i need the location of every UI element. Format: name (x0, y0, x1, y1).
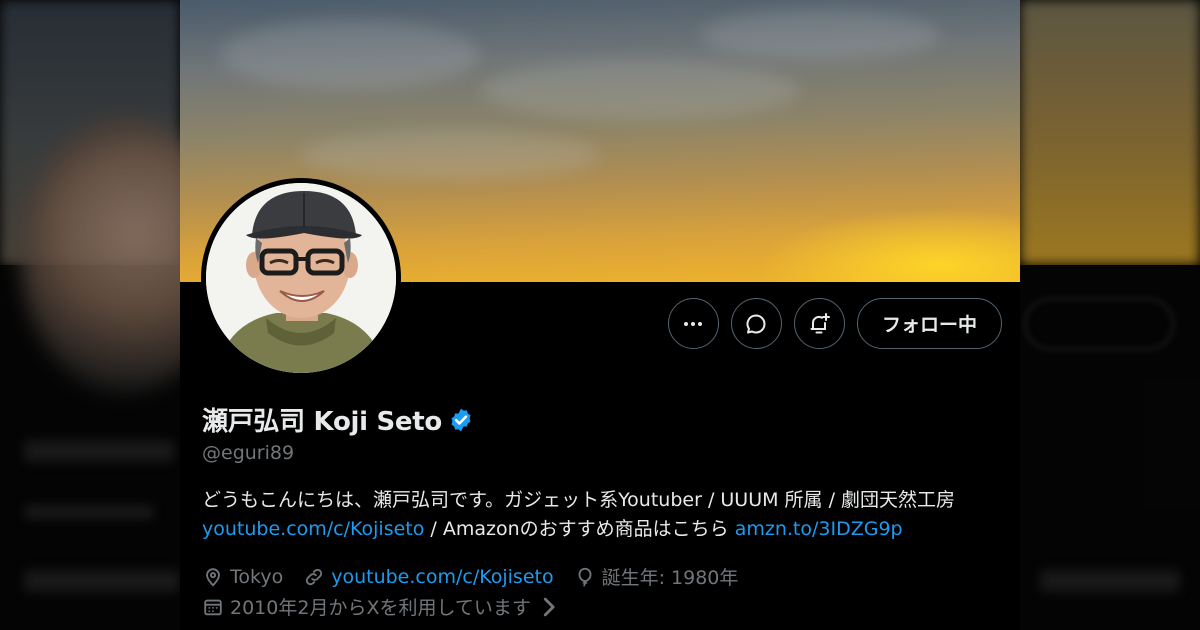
handle: @eguri89 (202, 442, 295, 464)
calendar-icon (204, 599, 222, 615)
following-button[interactable]: フォロー中 (856, 298, 1002, 349)
blurred-backdrop-right (1020, 0, 1200, 630)
joined-text: 2010年2月からXを利用しています (230, 597, 531, 619)
more-button[interactable] (667, 298, 719, 349)
profile-name-row: 瀬戸弘司 Koji Seto (202, 401, 474, 438)
profile-meta-row: Tokyo youtube.com/c/Kojiseto 誕生年: 1980年 (202, 563, 758, 590)
location-text: Tokyo (230, 565, 284, 588)
profile-bio: どうもこんにちは、瀬戸弘司です。ガジェット系Youtuber / UUUM 所属… (202, 486, 1002, 544)
chevron-right-icon (543, 597, 555, 616)
bell-plus-icon (810, 312, 831, 333)
joined-date[interactable]: 2010年2月からXを利用しています (202, 593, 567, 620)
profile-joined-row: 2010年2月からXを利用しています (202, 593, 587, 620)
more-horizontal-icon (684, 321, 703, 326)
profile-card: フォロー中 瀬戸弘司 Koji Seto @eguri89 どうもこんにちは、瀬… (180, 0, 1020, 630)
bio-youtube-link[interactable]: youtube.com/c/Kojiseto (202, 518, 424, 540)
location-pin-icon (206, 567, 220, 587)
verified-badge-icon[interactable] (448, 407, 474, 433)
location: Tokyo (202, 566, 283, 588)
balloon-icon (578, 567, 592, 587)
birth-year: 誕生年: 1980年 (574, 563, 739, 590)
bio-text: どうもこんにちは、瀬戸弘司です。ガジェット系Youtuber / UUUM 所属… (202, 489, 956, 511)
bio-text: / Amazonのおすすめ商品はこちら (424, 518, 735, 540)
message-button[interactable] (730, 298, 782, 349)
bio-amazon-link[interactable]: amzn.to/3IDZG9p (735, 518, 903, 540)
display-name: 瀬戸弘司 Koji Seto (202, 407, 442, 437)
profile-actions: フォロー中 (667, 298, 1002, 349)
avatar[interactable] (201, 178, 401, 378)
link-icon (306, 568, 323, 585)
website-link[interactable]: youtube.com/c/Kojiseto (331, 566, 553, 588)
blurred-backdrop-left (0, 0, 180, 630)
avatar-image (206, 183, 396, 373)
website: youtube.com/c/Kojiseto (303, 566, 554, 588)
birth-text: 誕生年: 1980年 (601, 567, 739, 589)
message-icon (747, 314, 766, 333)
notify-button[interactable] (793, 298, 845, 349)
